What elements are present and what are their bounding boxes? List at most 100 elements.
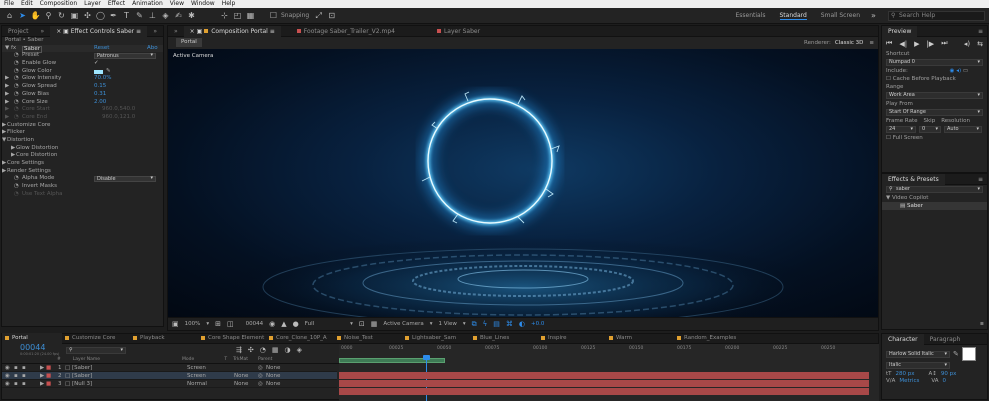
layer-mode[interactable]: Screen	[187, 364, 206, 372]
draft-3d-icon[interactable]: ✣	[248, 346, 254, 354]
eyedropper-icon[interactable]: ✎	[106, 68, 111, 76]
include-overlays-icon[interactable]: ▭	[963, 68, 968, 74]
tab-menu-icon[interactable]: ≡	[270, 28, 275, 35]
solo-icon[interactable]: ▪	[14, 372, 18, 380]
eyedropper-icon[interactable]: ✎	[953, 350, 959, 358]
composition-viewer[interactable]: Active Camera	[168, 49, 878, 317]
frame-blending-icon[interactable]: ▦	[272, 346, 279, 354]
kerning-value[interactable]: Metrics	[899, 378, 919, 384]
tab-character[interactable]: Character	[882, 333, 924, 345]
expand-triangle-icon[interactable]: ▶	[5, 91, 9, 99]
layer-name[interactable]: [Null 3]	[72, 380, 92, 388]
shy-icon[interactable]: ◔	[260, 346, 266, 354]
effect-param-row[interactable]: ▶ Core Settings	[2, 160, 163, 168]
camera-view-dropdown[interactable]: Active Camera	[383, 321, 423, 327]
timeline-tab[interactable]: Playback	[130, 333, 198, 344]
camera-tool-icon[interactable]: ▣	[69, 10, 80, 21]
effect-param-row[interactable]: ▶ Customize Core	[2, 122, 163, 130]
effect-param-row[interactable]: ◔ ▶ Core Size 2.00	[2, 99, 163, 107]
pen-tool-icon[interactable]: ✒	[108, 10, 119, 21]
home-icon[interactable]: ⌂	[4, 10, 15, 21]
timeline-tab[interactable]: Noise_Test	[334, 333, 402, 344]
layer-mode[interactable]: Normal	[187, 380, 207, 388]
lock-icon[interactable]: ▪	[22, 380, 26, 388]
menu-effect[interactable]: Effect	[108, 0, 125, 8]
resolution-dropdown[interactable]: Full	[305, 321, 314, 327]
solo-icon[interactable]: ▪	[14, 364, 18, 372]
renderer-value[interactable]: Classic 3D	[835, 40, 864, 46]
expand-triangle-icon[interactable]: ▶	[2, 122, 6, 130]
effect-param-row[interactable]: ◔ ▶ Glow Spread 0.15	[2, 83, 163, 91]
effect-param-row[interactable]: ◔ ▶ Glow Bias 0.31	[2, 91, 163, 99]
expand-triangle-icon[interactable]: ▶	[5, 106, 9, 114]
workspace-menu-icon[interactable]: »	[868, 10, 879, 21]
tab-preview[interactable]: Preview	[882, 25, 918, 37]
clone-stamp-tool-icon[interactable]: ⊥	[147, 10, 158, 21]
lock-icon[interactable]: ▣	[197, 28, 205, 35]
effect-item-saber[interactable]: ▤ Saber	[882, 202, 987, 210]
font-family-dropdown[interactable]: Harlow Solid Italic	[886, 350, 950, 358]
timecode-display[interactable]: 00044	[246, 321, 264, 327]
tracking-value[interactable]: 0	[943, 378, 947, 384]
layer-bar-3[interactable]	[339, 388, 869, 395]
category-video-copilot[interactable]: ▼ Video Copilot	[882, 194, 987, 202]
chevron-down-icon[interactable]: ▾	[206, 321, 209, 327]
timeline-tab[interactable]: Lightsaber_Sam	[402, 333, 470, 344]
layer-trkmat[interactable]: None	[234, 380, 248, 388]
flowchart-icon[interactable]: ⌘	[506, 320, 513, 328]
tab-effect-controls[interactable]: × ▣ Effect Controls Saber ≡	[50, 25, 148, 37]
expand-triangle-icon[interactable]: ▶	[2, 168, 6, 176]
tab-project[interactable]: Project	[2, 26, 35, 37]
expand-triangle-icon[interactable]: ▶	[5, 114, 9, 122]
menu-window[interactable]: Window	[191, 0, 215, 8]
menu-help[interactable]: Help	[222, 0, 236, 8]
effect-header-row[interactable]: ▼ fx Saber Reset Abo	[2, 44, 163, 53]
effect-param-row[interactable]: ◔ Preset Patronus	[2, 52, 163, 60]
layer-mode[interactable]: Screen	[187, 372, 206, 380]
menu-view[interactable]: View	[170, 0, 184, 8]
chevron-down-icon[interactable]: ▾	[350, 321, 353, 327]
stopwatch-icon[interactable]: ◔	[14, 68, 19, 76]
layer-bar-1[interactable]	[339, 372, 869, 379]
expand-triangle-icon[interactable]: ▶	[5, 75, 9, 83]
stopwatch-icon[interactable]: ◔	[14, 83, 19, 91]
param-checkbox[interactable]: ✓	[94, 60, 99, 68]
layer-row[interactable]: ◉ ▪ ▪ ▶ ■ 3 □ [Null 3] Normal None ◎ None	[2, 380, 337, 388]
menu-composition[interactable]: Composition	[40, 0, 77, 8]
layer-name[interactable]: [Saber]	[72, 364, 92, 372]
stopwatch-icon[interactable]: ◔	[14, 60, 19, 68]
layer-trkmat[interactable]: None	[234, 372, 248, 380]
expand-triangle-icon[interactable]: ▶	[2, 129, 6, 137]
layer-bar-2[interactable]	[339, 380, 869, 387]
leading-value[interactable]: 90 px	[941, 371, 957, 377]
cache-row[interactable]: ☐ Cache Before Playback	[882, 75, 987, 83]
tab-paragraph[interactable]: Paragraph	[924, 334, 967, 345]
show-snapshot-icon[interactable]: ▲	[281, 320, 286, 328]
loop-icon[interactable]: ⇆	[977, 40, 983, 48]
timeline-icon[interactable]: ▤	[493, 320, 500, 328]
view-layout-dropdown[interactable]: 1 View	[439, 321, 457, 327]
effect-param-row[interactable]: ▶ Render Settings	[2, 168, 163, 176]
snapping-checkbox-icon[interactable]: ☐	[268, 10, 279, 21]
shortcut-dropdown[interactable]: Numpad 0	[886, 59, 983, 66]
skip-dropdown[interactable]: 0	[919, 126, 941, 133]
param-value[interactable]: 960.0,121.0	[102, 114, 135, 122]
timeline-timecode[interactable]: 00044	[20, 344, 62, 352]
full-screen-checkbox[interactable]: ☐	[886, 135, 893, 141]
lock-icon[interactable]: ▣	[63, 28, 69, 35]
effect-param-row[interactable]: ◔ ▶ Glow Intensity 70.0%	[2, 75, 163, 83]
effect-param-row[interactable]: ◔ Invert Masks	[2, 183, 163, 191]
lock-icon[interactable]: ▪	[22, 364, 26, 372]
eye-icon[interactable]: ◉	[5, 372, 10, 380]
layer-parent[interactable]: None	[266, 364, 280, 372]
lock-icon[interactable]: ▪	[22, 372, 26, 380]
panel-menu-icon[interactable]: ≡	[869, 40, 874, 46]
timeline-tab[interactable]: Core_Clone_10P_A	[266, 333, 334, 344]
rotate-tool-icon[interactable]: ↻	[56, 10, 67, 21]
stopwatch-icon[interactable]: ◔	[14, 106, 19, 114]
pan-behind-tool-icon[interactable]: ✣	[82, 10, 93, 21]
reset-link[interactable]: Reset	[94, 45, 109, 53]
last-frame-icon[interactable]: ⏭	[941, 39, 947, 48]
comp-navigator-tab[interactable]: Portal	[176, 38, 202, 47]
stopwatch-icon[interactable]: ◔	[14, 183, 19, 191]
